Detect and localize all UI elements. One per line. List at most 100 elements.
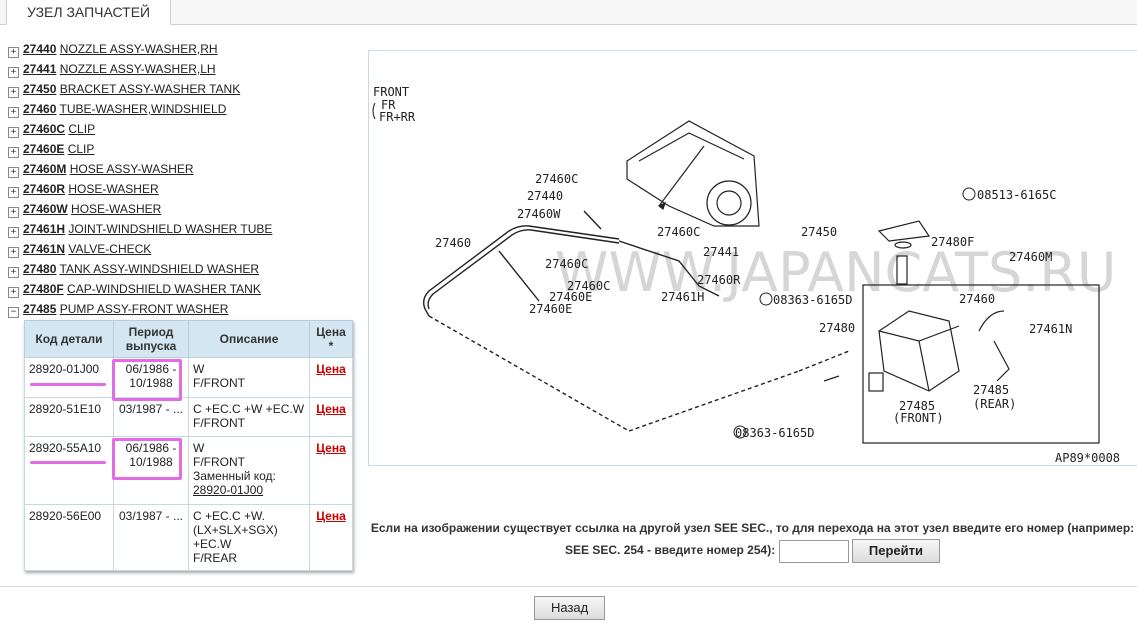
expand-icon[interactable]: +: [8, 247, 19, 258]
expand-icon[interactable]: +: [8, 267, 19, 278]
tree-node-code[interactable]: 27461N: [23, 242, 65, 256]
callout-27485-rear: 27485: [973, 383, 1009, 397]
tree-node-code[interactable]: 27441: [23, 62, 56, 76]
callout-27450: 27450: [801, 225, 837, 239]
tree-node-code[interactable]: 27460W: [23, 202, 68, 216]
tree-node-code[interactable]: 27450: [23, 82, 56, 96]
parts-diagram: WWW.JAPANCATS.RU FRONT FR FR+RR 27460C 2…: [368, 50, 1137, 466]
cell-code: 28920-55A10: [24, 436, 114, 505]
tree-node-name[interactable]: JOINT-WINDSHIELD WASHER TUBE: [68, 222, 272, 236]
header-description: Описание: [188, 320, 310, 358]
callout-27461n: 27461N: [1029, 322, 1072, 336]
replacement-code-link[interactable]: 28920-01J00: [193, 483, 263, 497]
tree-node-name[interactable]: CLIP: [68, 142, 95, 156]
table-header-row: Код детали Период выпуска Описание Цена …: [24, 320, 353, 358]
tree-node-name[interactable]: NOZZLE ASSY-WASHER,RH: [60, 42, 218, 56]
parts-tree: +27440 NOZZLE ASSY-WASHER,RH +27441 NOZZL…: [8, 40, 358, 320]
expand-icon[interactable]: +: [8, 187, 19, 198]
tree-node-27480[interactable]: +27480 TANK ASSY-WINDSHIELD WASHER: [8, 260, 358, 280]
expand-icon[interactable]: +: [8, 167, 19, 178]
tree-node-code[interactable]: 27460: [23, 102, 56, 116]
tree-node-code[interactable]: 27480: [23, 262, 56, 276]
annotation-underline: [30, 461, 106, 464]
tree-node-27460m[interactable]: +27460M HOSE ASSY-WASHER: [8, 160, 358, 180]
tree-node-27480f[interactable]: +27480F CAP-WINDSHIELD WASHER TANK: [8, 280, 358, 300]
price-link[interactable]: Цена: [316, 509, 346, 523]
header-period: Период выпуска: [113, 320, 189, 358]
expand-icon[interactable]: +: [8, 287, 19, 298]
footer-divider: [0, 586, 1137, 587]
tree-node-name[interactable]: HOSE-WASHER: [71, 202, 161, 216]
callout-27460c: 27460C: [535, 172, 578, 186]
tree-node-code[interactable]: 27485: [23, 302, 56, 316]
callout-08513-6165c: 08513-6165C: [977, 188, 1056, 202]
section-number-input[interactable]: [778, 539, 849, 563]
expand-icon[interactable]: +: [8, 147, 19, 158]
go-button[interactable]: Перейти: [851, 539, 940, 563]
tree-node-code[interactable]: 27440: [23, 42, 56, 56]
price-link[interactable]: Цена: [316, 441, 346, 455]
table-row: 28920-01J00 06/1986 - 10/1988 W F/FRONT Ц…: [24, 357, 353, 398]
cell-period: 03/1987 - ...: [113, 397, 189, 437]
callout-27460c: 27460C: [545, 257, 588, 271]
expand-icon[interactable]: +: [8, 47, 19, 58]
tree-node-27460r[interactable]: +27460R HOSE-WASHER: [8, 180, 358, 200]
hint-row: SEE SEC. 254 - введите номер 254): Перей…: [368, 539, 1137, 563]
tree-node-name[interactable]: CAP-WINDSHIELD WASHER TANK: [67, 282, 261, 296]
table-row: 28920-51E10 03/1987 - ... C +EC.C +W +EC…: [24, 397, 353, 437]
price-link[interactable]: Цена: [316, 362, 346, 376]
label-front: FRONT: [373, 85, 409, 99]
tree-node-name[interactable]: BRACKET ASSY-WASHER TANK: [60, 82, 241, 96]
expand-icon[interactable]: +: [8, 107, 19, 118]
tree-node-27441[interactable]: +27441 NOZZLE ASSY-WASHER,LH: [8, 60, 358, 80]
price-link[interactable]: Цена: [316, 402, 346, 416]
tab-bar: УЗЕЛ ЗАПЧАСТЕЙ: [0, 0, 1137, 25]
tree-node-code[interactable]: 27460E: [23, 142, 64, 156]
cell-code: 28920-51E10: [24, 397, 114, 437]
tree-node-27461n[interactable]: +27461N VALVE-CHECK: [8, 240, 358, 260]
tree-node-27485[interactable]: −27485 PUMP ASSY-FRONT WASHER: [8, 300, 358, 320]
tree-node-name[interactable]: TANK ASSY-WINDSHIELD WASHER: [60, 262, 260, 276]
tree-node-name[interactable]: VALVE-CHECK: [68, 242, 151, 256]
tree-node-27460w[interactable]: +27460W HOSE-WASHER: [8, 200, 358, 220]
callout-08363-6165d: 08363-6165D: [735, 426, 814, 440]
callout-27460: 27460: [435, 236, 471, 250]
expand-icon[interactable]: +: [8, 227, 19, 238]
callout-front: (FRONT): [893, 411, 944, 425]
tree-node-27460c[interactable]: +27460C CLIP: [8, 120, 358, 140]
tree-node-code[interactable]: 27460C: [23, 122, 65, 136]
expand-icon[interactable]: +: [8, 207, 19, 218]
expand-icon[interactable]: +: [8, 87, 19, 98]
expand-icon[interactable]: +: [8, 67, 19, 78]
tree-node-27460[interactable]: +27460 TUBE-WASHER,WINDSHIELD: [8, 100, 358, 120]
tree-node-code[interactable]: 27460R: [23, 182, 65, 196]
cell-description: W F/FRONT: [188, 357, 310, 398]
tree-node-27461h[interactable]: +27461H JOINT-WINDSHIELD WASHER TUBE: [8, 220, 358, 240]
tree-node-code[interactable]: 27480F: [23, 282, 64, 296]
back-button[interactable]: Назад: [534, 596, 606, 620]
tree-node-code[interactable]: 27461H: [23, 222, 65, 236]
tree-node-name[interactable]: PUMP ASSY-FRONT WASHER: [60, 302, 229, 316]
tree-node-name[interactable]: CLIP: [68, 122, 95, 136]
tree-node-27440[interactable]: +27440 NOZZLE ASSY-WASHER,RH: [8, 40, 358, 60]
collapse-icon[interactable]: −: [8, 307, 19, 318]
table-row: 28920-56E00 03/1987 - ... C +EC.C +W. (LX…: [24, 504, 353, 571]
label-frrr: FR+RR: [379, 110, 416, 124]
tree-node-27450[interactable]: +27450 BRACKET ASSY-WASHER TANK: [8, 80, 358, 100]
callout-27460w: 27460W: [517, 207, 561, 221]
expand-icon[interactable]: +: [8, 127, 19, 138]
callout-27441: 27441: [703, 245, 739, 259]
tree-node-name[interactable]: TUBE-WASHER,WINDSHIELD: [60, 102, 227, 116]
diagram-ref: AP89*0008: [1055, 451, 1120, 465]
tree-node-27460e[interactable]: +27460E CLIP: [8, 140, 358, 160]
callout-27480f: 27480F: [931, 235, 974, 249]
tree-node-name[interactable]: HOSE ASSY-WASHER: [70, 162, 194, 176]
callout-27480: 27480: [819, 321, 855, 335]
tab-parts-unit[interactable]: УЗЕЛ ЗАПЧАСТЕЙ: [6, 0, 172, 25]
tree-node-name[interactable]: NOZZLE ASSY-WASHER,LH: [60, 62, 216, 76]
callout-27460: 27460: [959, 292, 995, 306]
tree-node-name[interactable]: HOSE-WASHER: [68, 182, 158, 196]
tree-node-code[interactable]: 27460M: [23, 162, 66, 176]
hint-text-line2: SEE SEC. 254 - введите номер 254):: [565, 543, 776, 558]
callout-27440: 27440: [527, 189, 563, 203]
